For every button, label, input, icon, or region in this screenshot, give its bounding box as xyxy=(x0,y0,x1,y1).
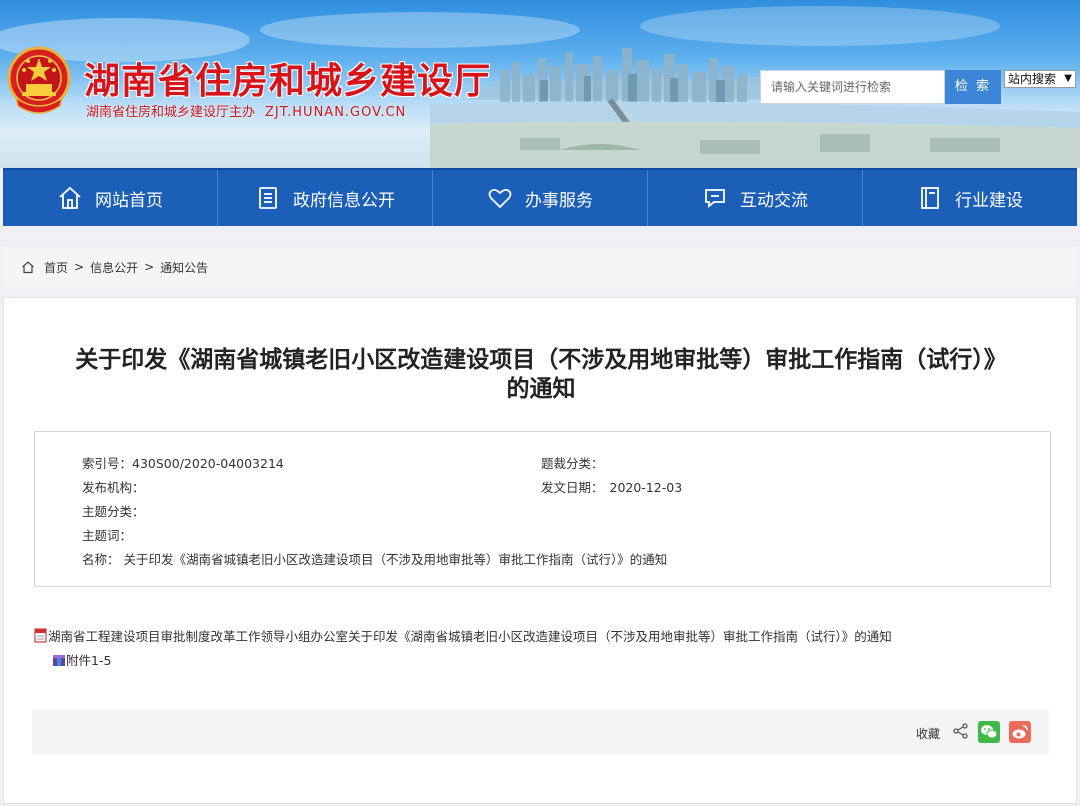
meta-label: 名称： xyxy=(82,552,120,567)
breadcrumb-notice[interactable]: 通知公告 xyxy=(160,259,208,276)
favorite-button[interactable]: 收藏 xyxy=(916,725,940,742)
nav-item-services[interactable]: 办事服务 xyxy=(433,170,648,226)
nav-item-industry[interactable]: 行业建设 xyxy=(863,170,1077,226)
meta-label: 主题分类： xyxy=(82,504,145,519)
article-title: 关于印发《湖南省城镇老旧小区改造建设项目（不涉及用地审批等）审批工作指南（试行）… xyxy=(4,346,1078,404)
site-sponsor: 湖南省住房和城乡建设厅主办 xyxy=(86,105,256,120)
nav-item-label: 行业建设 xyxy=(955,190,1023,211)
header-banner: 湖南省住房和城乡建设厅 湖南省住房和城乡建设厅主办 ZJT.HUNAN.GOV.C… xyxy=(0,0,1080,168)
weibo-icon xyxy=(1012,725,1028,739)
search-input[interactable]: 请输入关键词进行检索 xyxy=(760,70,945,104)
search-button[interactable]: 检 索 xyxy=(945,70,1001,104)
share-bar: 收藏 xyxy=(32,710,1049,754)
site-domain: ZJT.HUNAN.GOV.CN xyxy=(265,105,407,120)
breadcrumb-info[interactable]: 信息公开 xyxy=(90,259,138,276)
meta-label: 主题词： xyxy=(82,528,133,543)
search-scope-select[interactable]: 站内搜索 ▼ xyxy=(1004,70,1076,88)
nav-item-label: 互动交流 xyxy=(740,190,808,211)
meta-name: 名称： 关于印发《湖南省城镇老旧小区改造建设项目（不涉及用地审批等）审批工作指南（… xyxy=(82,549,667,568)
article-panel: 关于印发《湖南省城镇老旧小区改造建设项目（不涉及用地审批等）审批工作指南（试行）… xyxy=(3,297,1077,804)
nav-item-gov-info[interactable]: 政府信息公开 xyxy=(218,170,433,226)
site-title: 湖南省住房和城乡建设厅 xyxy=(84,60,492,102)
wechat-share-button[interactable] xyxy=(978,721,1000,743)
nav-item-label: 政府信息公开 xyxy=(293,190,395,211)
attachment-link-notice[interactable]: 湖南省工程建设项目审批制度改革工作领导小组办公室关于印发《湖南省城镇老旧小区改造… xyxy=(34,626,892,645)
meta-label: 索引号： xyxy=(82,456,133,471)
nav-item-home[interactable]: 网站首页 xyxy=(3,170,218,226)
breadcrumb: 首页 > 信息公开 > 通知公告 xyxy=(3,247,1077,287)
meta-keyword: 主题词： xyxy=(82,525,132,544)
weibo-share-button[interactable] xyxy=(1009,721,1031,743)
wechat-icon xyxy=(981,725,998,739)
meta-genre: 题裁分类： xyxy=(541,453,604,472)
meta-value: 2020-12-03 xyxy=(609,480,683,495)
dropdown-arrow-icon: ▼ xyxy=(1064,73,1072,84)
search-scope-value: 站内搜索 xyxy=(1008,72,1057,86)
pdf-file-icon xyxy=(34,628,47,643)
breadcrumb-home[interactable]: 首页 xyxy=(44,259,68,276)
national-emblem-icon xyxy=(7,46,71,114)
meta-index: 索引号：430S00/2020-04003214 xyxy=(82,453,284,472)
document-icon xyxy=(259,187,277,209)
metadata-box: 索引号：430S00/2020-04003214 题裁分类： 发布机构： 发文日… xyxy=(34,431,1051,587)
heart-icon xyxy=(488,188,512,209)
breadcrumb-separator: > xyxy=(144,260,155,274)
meta-value: 关于印发《湖南省城镇老旧小区改造建设项目（不涉及用地审批等）审批工作指南（试行）… xyxy=(123,552,668,567)
home-icon xyxy=(59,186,81,209)
book-icon xyxy=(921,187,939,209)
main-nav: 网站首页 政府信息公开 办事服务 互动交流 行业建设 xyxy=(3,168,1077,226)
archive-file-icon xyxy=(53,655,65,666)
meta-value: 430S00/2020-04003214 xyxy=(132,456,284,471)
site-subtitle: 湖南省住房和城乡建设厅主办 ZJT.HUNAN.GOV.CN xyxy=(86,101,406,120)
chat-icon xyxy=(705,189,725,208)
attachment-label: 湖南省工程建设项目审批制度改革工作领导小组办公室关于印发《湖南省城镇老旧小区改造… xyxy=(48,629,892,644)
share-icon[interactable] xyxy=(952,722,970,740)
meta-label: 发布机构： xyxy=(82,480,145,495)
article-title-line2: 的通知 xyxy=(506,376,576,402)
home-icon xyxy=(22,261,34,274)
attachment-label: 附件1-5 xyxy=(66,653,112,668)
nav-item-label: 办事服务 xyxy=(525,190,593,211)
nav-item-label: 网站首页 xyxy=(95,190,163,211)
search-area: 请输入关键词进行检索 检 索 站内搜索 ▼ xyxy=(760,70,1076,104)
article-title-line1: 关于印发《湖南省城镇老旧小区改造建设项目（不涉及用地审批等）审批工作指南（试行）… xyxy=(75,347,1007,373)
meta-publisher: 发布机构： xyxy=(82,477,145,496)
meta-label: 发文日期： xyxy=(541,480,604,495)
meta-label: 题裁分类： xyxy=(541,456,604,471)
breadcrumb-separator: > xyxy=(74,260,85,274)
nav-item-interaction[interactable]: 互动交流 xyxy=(648,170,863,226)
attachment-link-annex[interactable]: 附件1-5 xyxy=(52,650,111,669)
meta-topic: 主题分类： xyxy=(82,501,145,520)
meta-date: 发文日期： 2020-12-03 xyxy=(541,477,682,496)
